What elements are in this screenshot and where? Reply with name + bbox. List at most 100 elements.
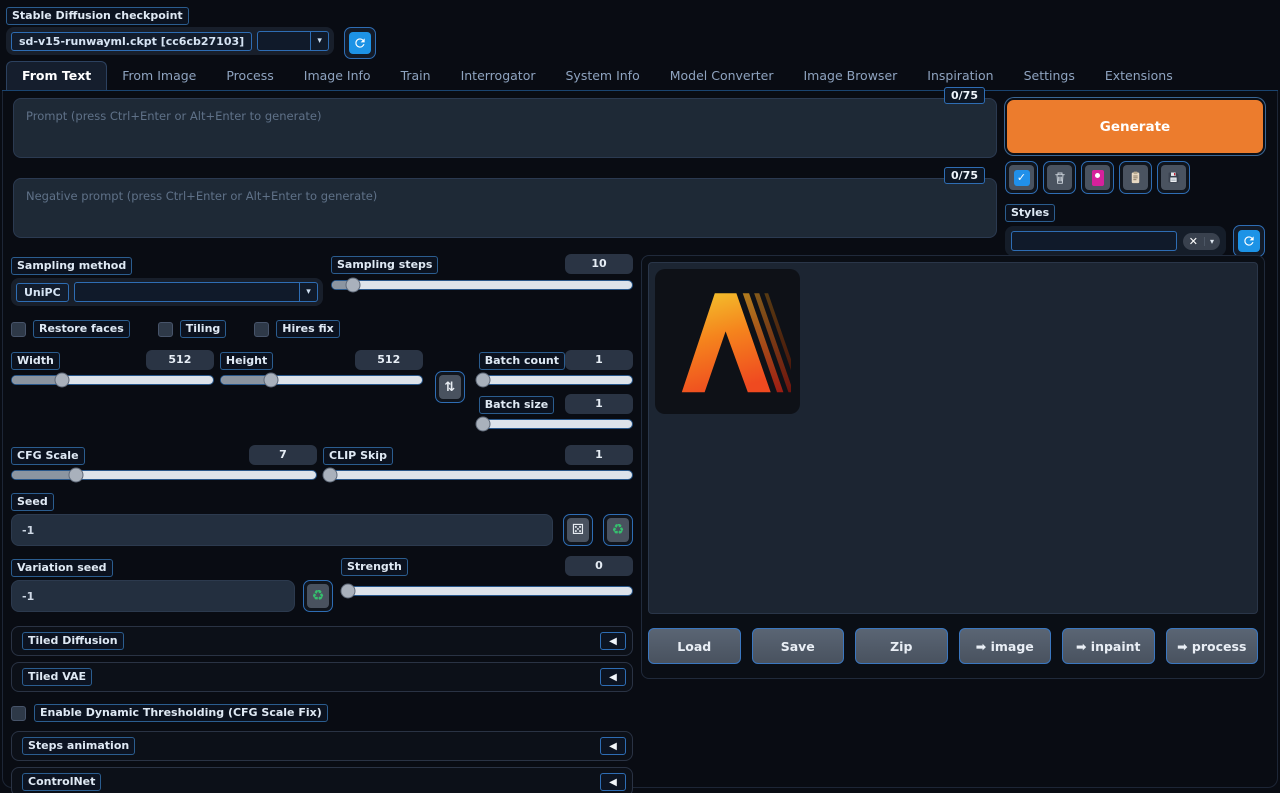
accordion-arrow-icon[interactable]: ◀	[600, 737, 626, 755]
width-label: Width	[11, 352, 60, 370]
refresh-styles-button[interactable]	[1233, 225, 1265, 257]
zip-button[interactable]: Zip	[855, 628, 948, 664]
tab-image-browser[interactable]: Image Browser	[789, 62, 913, 90]
width-value[interactable]: 512	[146, 350, 214, 370]
from-text-panel: 0/75 0/75 Generate ✓	[2, 91, 1278, 788]
sampling-steps-value[interactable]: 10	[565, 254, 633, 274]
trash-icon	[1047, 165, 1072, 190]
checkpoint-section: Stable Diffusion checkpoint sd-v15-runwa…	[6, 4, 376, 59]
tiling-checkbox[interactable]	[158, 322, 173, 337]
restore-faces-checkbox[interactable]	[11, 322, 26, 337]
swap-icon: ⇅	[439, 375, 461, 399]
main-tab-bar: From Text From Image Process Image Info …	[2, 62, 1278, 91]
batch-size-slider[interactable]	[479, 419, 633, 429]
styles-clear-control[interactable]: ✕ ▾	[1183, 233, 1220, 250]
variation-strength-value[interactable]: 0	[565, 556, 633, 576]
tiling-label: Tiling	[180, 320, 227, 338]
tab-from-image[interactable]: From Image	[107, 62, 211, 90]
accordion-arrow-icon[interactable]: ◀	[600, 632, 626, 650]
checkpoint-select[interactable]: ▾	[257, 31, 329, 51]
clip-skip-value[interactable]: 1	[565, 445, 633, 465]
height-value[interactable]: 512	[355, 350, 423, 370]
random-seed-button[interactable]: ⚄	[563, 514, 593, 546]
dynamic-thresholding-checkbox[interactable]	[11, 706, 26, 721]
tab-settings[interactable]: Settings	[1009, 62, 1090, 90]
slider-handle[interactable]	[264, 373, 279, 388]
checkpoint-value[interactable]: sd-v15-runwayml.ckpt [cc6cb27103]	[11, 32, 252, 51]
sampling-method-dropdown[interactable]: UniPC ▾	[11, 278, 323, 306]
tab-image-info[interactable]: Image Info	[289, 62, 386, 90]
send-to-inpaint-button[interactable]: ➡ inpaint	[1062, 628, 1155, 664]
extra-networks-button[interactable]	[1081, 161, 1114, 194]
swap-dimensions-button[interactable]: ⇅	[435, 371, 465, 403]
tab-model-converter[interactable]: Model Converter	[655, 62, 789, 90]
apply-style-button[interactable]	[1119, 161, 1152, 194]
slider-handle[interactable]	[340, 584, 355, 599]
tiled-diffusion-accordion[interactable]: Tiled Diffusion ◀	[11, 626, 633, 656]
slider-handle[interactable]	[475, 417, 490, 432]
reuse-seed-button[interactable]: ♻	[603, 514, 633, 546]
negative-prompt-token-counter: 0/75	[944, 167, 985, 184]
tab-inspiration[interactable]: Inspiration	[912, 62, 1008, 90]
sampling-method-label: Sampling method	[11, 257, 132, 275]
batch-size-value[interactable]: 1	[565, 394, 633, 414]
cfg-scale-value[interactable]: 7	[249, 445, 317, 465]
batch-count-slider[interactable]	[479, 375, 633, 385]
tiled-vae-accordion[interactable]: Tiled VAE ◀	[11, 662, 633, 692]
dice-icon: ⚄	[567, 518, 589, 542]
checkpoint-dropdown[interactable]: sd-v15-runwayml.ckpt [cc6cb27103] ▾	[6, 27, 334, 55]
controlnet-label: ControlNet	[22, 773, 101, 791]
seed-input[interactable]	[11, 514, 553, 546]
clear-prompt-button[interactable]	[1043, 161, 1076, 194]
sampling-method-value[interactable]: UniPC	[16, 283, 69, 302]
slider-handle[interactable]	[323, 468, 338, 483]
tab-system-info[interactable]: System Info	[550, 62, 654, 90]
hires-fix-checkbox[interactable]	[254, 322, 269, 337]
slider-handle[interactable]	[346, 278, 361, 293]
chevron-down-icon[interactable]: ▾	[299, 283, 317, 301]
variation-strength-slider[interactable]	[341, 586, 633, 596]
accordion-arrow-icon[interactable]: ◀	[600, 668, 626, 686]
refresh-checkpoints-button[interactable]	[344, 27, 376, 59]
steps-animation-accordion[interactable]: Steps animation ◀	[11, 731, 633, 761]
send-to-process-button[interactable]: ➡ process	[1166, 628, 1259, 664]
negative-prompt-input[interactable]	[13, 178, 997, 238]
tab-train[interactable]: Train	[386, 62, 446, 90]
slider-handle[interactable]	[475, 373, 490, 388]
controlnet-accordion[interactable]: ControlNet ◀	[11, 767, 633, 793]
tab-extensions[interactable]: Extensions	[1090, 62, 1188, 90]
sampling-steps-slider[interactable]	[331, 280, 633, 290]
tab-process[interactable]: Process	[211, 62, 288, 90]
batch-count-label: Batch count	[479, 352, 565, 370]
tab-interrogator[interactable]: Interrogator	[446, 62, 551, 90]
width-slider[interactable]	[11, 375, 214, 385]
styles-input[interactable]	[1011, 231, 1177, 251]
tiled-vae-label: Tiled VAE	[22, 668, 92, 686]
batch-count-value[interactable]: 1	[565, 350, 633, 370]
chevron-down-icon[interactable]: ▾	[310, 32, 328, 50]
send-to-image-button[interactable]: ➡ image	[959, 628, 1052, 664]
styles-dropdown[interactable]: ✕ ▾	[1005, 226, 1226, 256]
accordion-arrow-icon[interactable]: ◀	[600, 773, 626, 791]
save-button[interactable]: Save	[752, 628, 845, 664]
cfg-scale-slider[interactable]	[11, 470, 317, 480]
clip-skip-slider[interactable]	[323, 470, 633, 480]
styles-label: Styles	[1005, 204, 1055, 222]
prompt-input[interactable]	[13, 98, 997, 158]
clip-skip-label: CLIP Skip	[323, 447, 393, 465]
height-slider[interactable]	[220, 375, 423, 385]
paste-parameters-button[interactable]: ✓	[1005, 161, 1038, 194]
load-button[interactable]: Load	[648, 628, 741, 664]
gallery-thumbnail[interactable]	[655, 269, 800, 414]
recycle-icon: ♻	[607, 518, 629, 542]
clipboard-icon	[1123, 165, 1148, 190]
tab-from-text[interactable]: From Text	[6, 61, 107, 90]
variation-seed-input[interactable]	[11, 580, 295, 612]
slider-handle[interactable]	[55, 373, 70, 388]
chevron-down-icon[interactable]: ▾	[1204, 237, 1214, 246]
save-style-button[interactable]	[1157, 161, 1190, 194]
generate-button[interactable]: Generate	[1005, 98, 1265, 155]
clear-icon[interactable]: ✕	[1189, 235, 1198, 248]
slider-handle[interactable]	[68, 468, 83, 483]
reuse-variation-seed-button[interactable]: ♻	[303, 580, 333, 612]
